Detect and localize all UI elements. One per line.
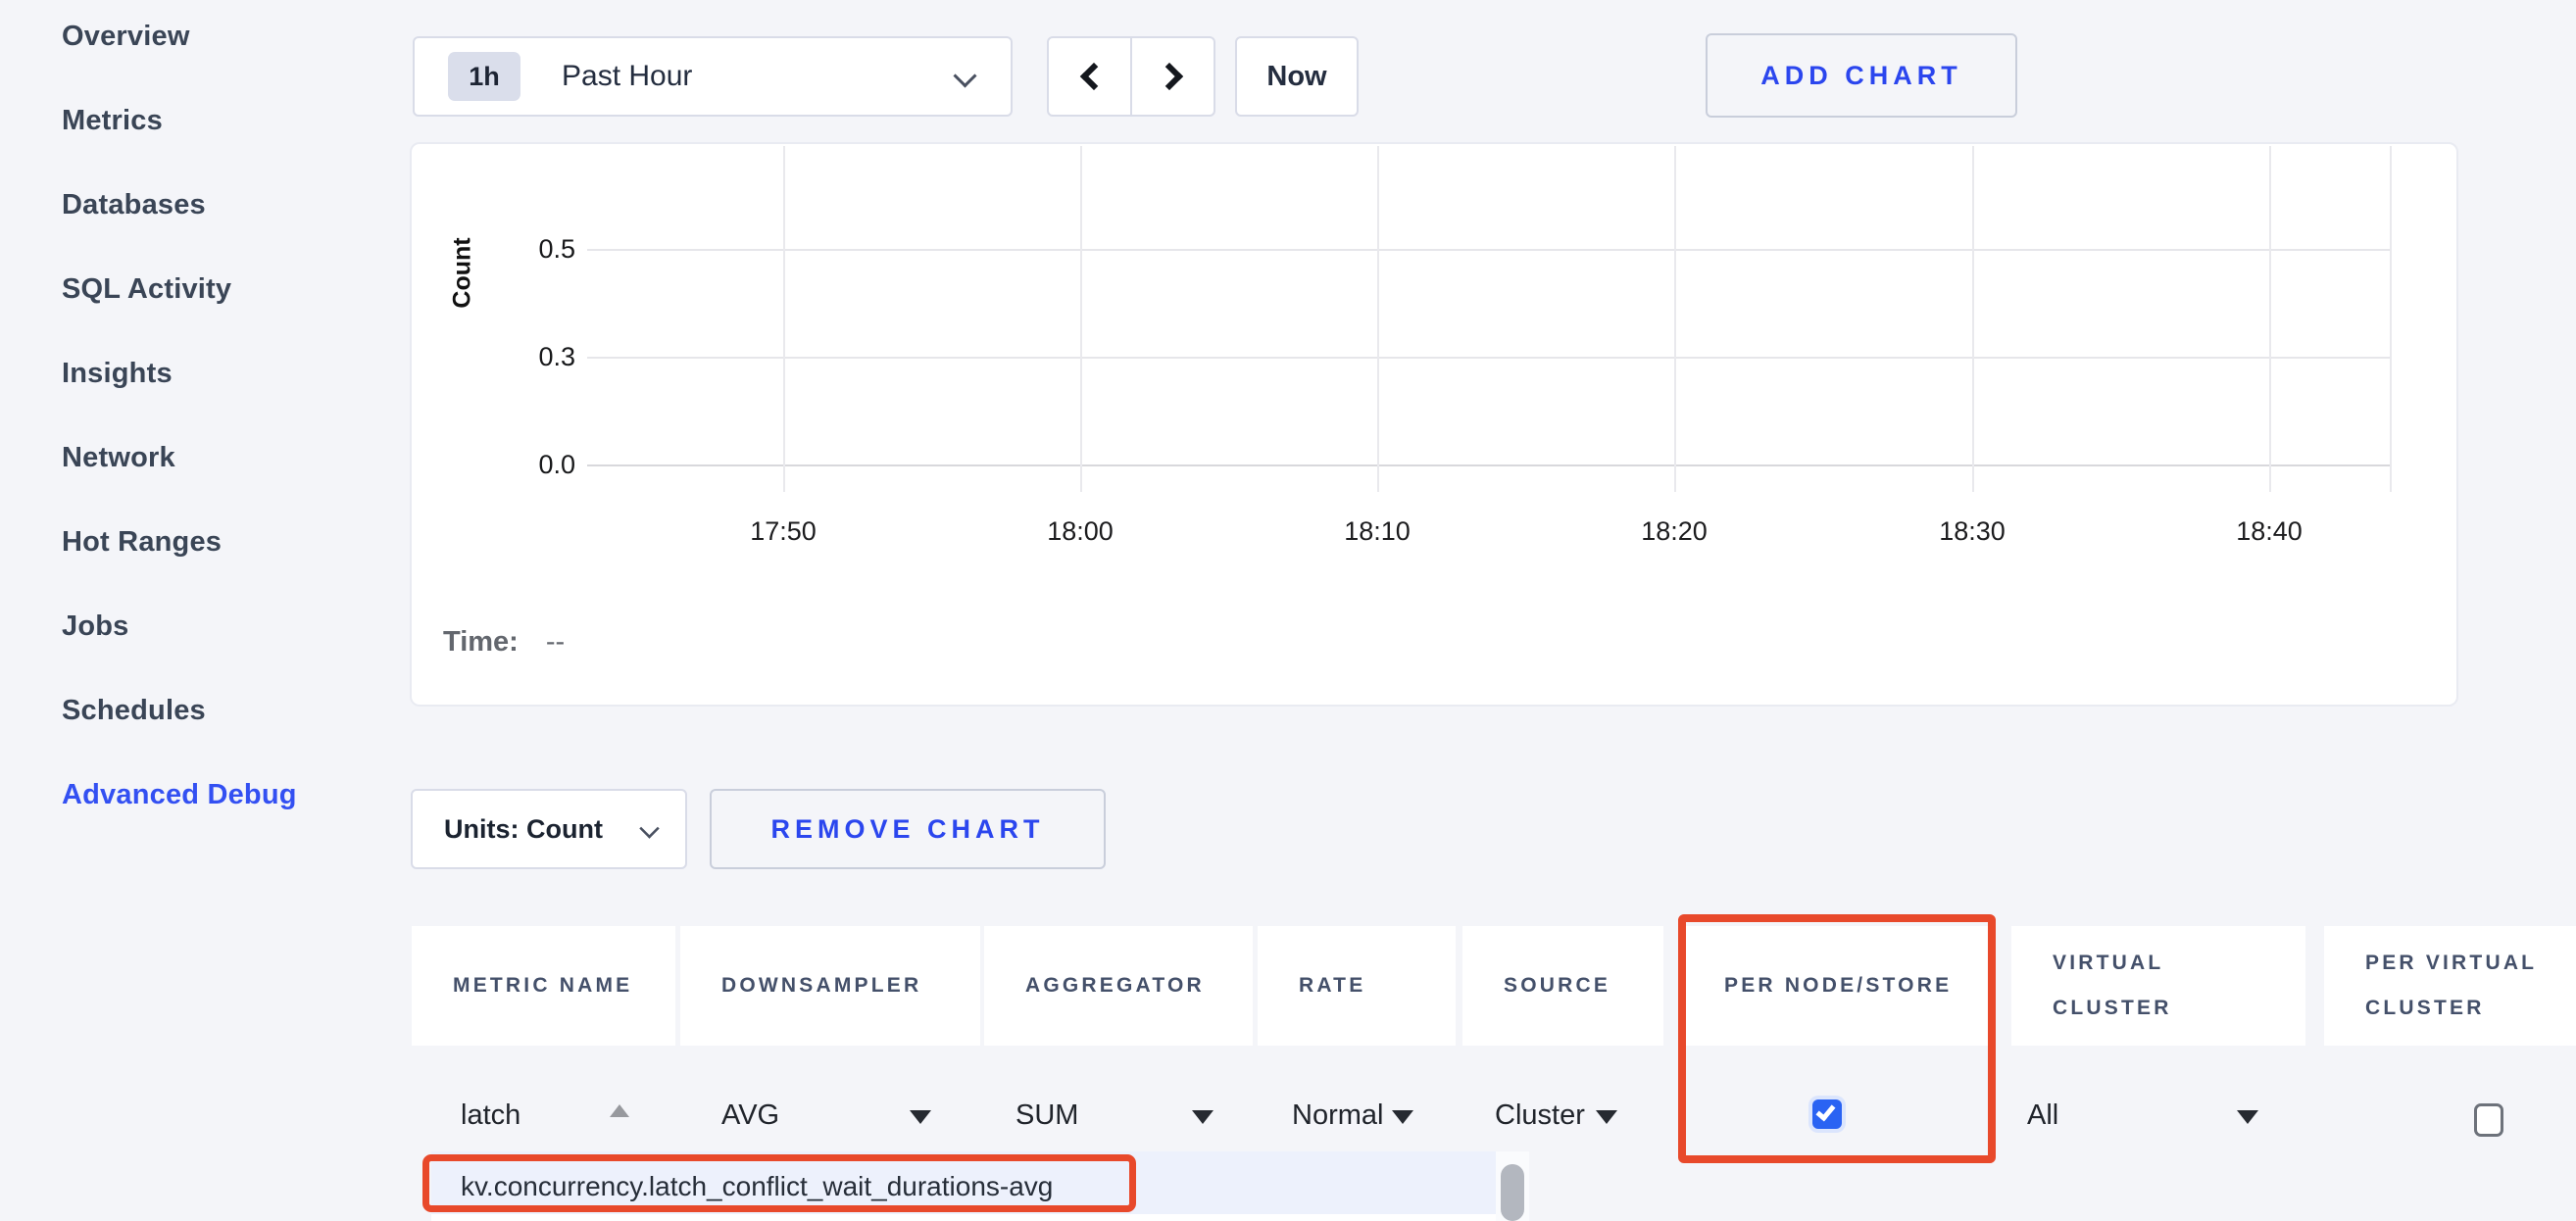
time-range-select[interactable]: 1h Past Hour xyxy=(413,36,1013,117)
column-header-rate: RATE xyxy=(1258,926,1456,1046)
chevron-down-icon xyxy=(639,818,659,838)
time-pager xyxy=(1047,36,1215,117)
units-select-label: Units: Count xyxy=(444,814,603,845)
column-header-aggregator: AGGREGATOR xyxy=(984,926,1253,1046)
sidebar-item-databases[interactable]: Databases xyxy=(62,163,385,247)
caret-up-icon[interactable] xyxy=(610,1104,629,1117)
caret-down-icon[interactable] xyxy=(910,1110,931,1124)
gridline xyxy=(587,357,2391,359)
column-header-per-node-store: PER NODE/STORE xyxy=(1683,926,1992,1046)
gridline xyxy=(587,249,2391,251)
aggregator-select[interactable]: SUM xyxy=(1016,1099,1078,1132)
sidebar-item-jobs[interactable]: Jobs xyxy=(62,584,385,668)
sidebar-item-schedules[interactable]: Schedules xyxy=(62,668,385,753)
x-tick-label: 18:30 xyxy=(1913,516,2031,547)
chevron-right-icon xyxy=(1155,63,1182,90)
x-tick-label: 17:50 xyxy=(724,516,842,547)
column-header-metric-name: METRIC NAME xyxy=(412,926,675,1046)
column-header-source: SOURCE xyxy=(1462,926,1663,1046)
rate-select[interactable]: Normal xyxy=(1292,1099,1383,1132)
checkmark-icon xyxy=(1816,1101,1836,1122)
source-select[interactable]: Cluster xyxy=(1495,1099,1585,1132)
sidebar-item-overview[interactable]: Overview xyxy=(62,0,385,78)
per-virtual-cluster-checkbox[interactable] xyxy=(2474,1103,2503,1137)
caret-down-icon[interactable] xyxy=(1192,1110,1214,1124)
sidebar-item-sql-activity[interactable]: SQL Activity xyxy=(62,247,385,331)
sidebar-item-network[interactable]: Network xyxy=(62,415,385,500)
now-button[interactable]: Now xyxy=(1235,36,1359,117)
x-axis-line xyxy=(587,464,2391,466)
x-tick-label: 18:40 xyxy=(2210,516,2328,547)
column-header-per-virtual-cluster: PER VIRTUAL CLUSTER xyxy=(2324,926,2576,1046)
chevron-left-icon xyxy=(1079,63,1107,90)
caret-down-icon[interactable] xyxy=(1596,1110,1617,1124)
add-chart-button[interactable]: ADD CHART xyxy=(1706,33,2017,118)
caret-down-icon[interactable] xyxy=(1392,1110,1413,1124)
hover-time-readout: Time: -- xyxy=(443,626,565,659)
x-tick-label: 18:10 xyxy=(1318,516,1436,547)
sidebar-item-insights[interactable]: Insights xyxy=(62,331,385,415)
metric-suggestion-dropdown: kv.concurrency.latch_conflict_wait_durat… xyxy=(431,1151,1529,1221)
gridline xyxy=(783,146,785,492)
dropdown-scrollbar[interactable] xyxy=(1496,1151,1529,1221)
hover-time-value: -- xyxy=(546,626,565,658)
dropdown-scrollbar-thumb[interactable] xyxy=(1501,1164,1524,1221)
sidebar-item-advanced-debug[interactable]: Advanced Debug xyxy=(62,753,385,837)
metric-name-input[interactable]: latch xyxy=(461,1099,520,1132)
y-tick-label: 0.5 xyxy=(497,234,575,265)
hover-time-label: Time: xyxy=(443,626,519,658)
time-range-label: Past Hour xyxy=(562,60,692,93)
next-time-button[interactable] xyxy=(1130,38,1214,115)
column-header-downsampler: DOWNSAMPLER xyxy=(680,926,980,1046)
sidebar-item-metrics[interactable]: Metrics xyxy=(62,78,385,163)
units-select[interactable]: Units: Count xyxy=(411,789,687,869)
y-tick-label: 0.3 xyxy=(497,342,575,372)
gridline xyxy=(1377,146,1379,492)
column-header-virtual-cluster: VIRTUAL CLUSTER xyxy=(2011,926,2305,1046)
y-axis-label: Count xyxy=(449,215,477,332)
y-tick-label: 0.0 xyxy=(497,450,575,480)
gridline xyxy=(1080,146,1082,492)
sidebar-item-hot-ranges[interactable]: Hot Ranges xyxy=(62,500,385,584)
gridline xyxy=(2390,146,2392,492)
prev-time-button[interactable] xyxy=(1049,38,1130,115)
gridline xyxy=(1674,146,1676,492)
metric-suggestion-next-row[interactable] xyxy=(431,1214,1496,1221)
remove-chart-button[interactable]: REMOVE CHART xyxy=(710,789,1106,869)
downsampler-select[interactable]: AVG xyxy=(721,1099,779,1132)
caret-down-icon[interactable] xyxy=(2237,1110,2258,1124)
custom-chart: Count 0.5 0.3 0.0 17:50 18:00 18:10 18:2… xyxy=(410,142,2458,707)
chevron-down-icon xyxy=(953,64,976,87)
x-tick-label: 18:20 xyxy=(1615,516,1733,547)
time-range-badge: 1h xyxy=(448,52,520,101)
sidebar: Overview Metrics Databases SQL Activity … xyxy=(62,0,385,837)
x-tick-label: 18:00 xyxy=(1021,516,1139,547)
gridline xyxy=(1972,146,1974,492)
per-node-store-checkbox[interactable] xyxy=(1812,1099,1842,1129)
gridline xyxy=(2269,146,2271,492)
metric-suggestion-item[interactable]: kv.concurrency.latch_conflict_wait_durat… xyxy=(461,1171,1053,1202)
virtual-cluster-select[interactable]: All xyxy=(2027,1099,2058,1132)
